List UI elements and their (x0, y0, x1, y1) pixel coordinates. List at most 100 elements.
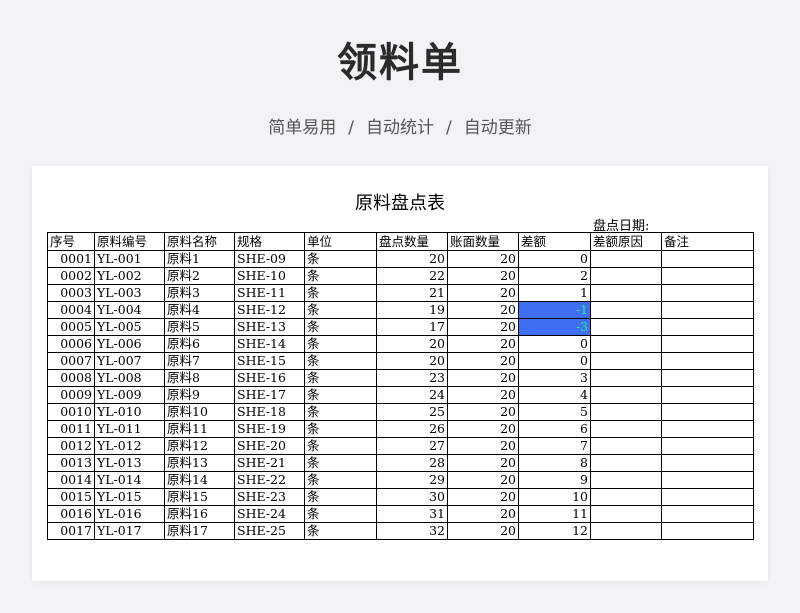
cell-spec[interactable]: SHE-17 (234, 386, 305, 404)
cell-book[interactable]: 20 (447, 420, 519, 438)
cell-note[interactable] (661, 420, 754, 438)
cell-no[interactable]: 0014 (47, 471, 95, 489)
cell-diff[interactable]: 0 (518, 335, 591, 353)
cell-code[interactable]: YL-013 (94, 454, 165, 472)
cell-unit[interactable]: 条 (304, 386, 377, 404)
cell-code[interactable]: YL-005 (94, 318, 165, 336)
cell-name[interactable]: 原料12 (164, 437, 235, 455)
cell-code[interactable]: YL-008 (94, 369, 165, 387)
cell-name[interactable]: 原料1 (164, 250, 235, 268)
cell-diff[interactable]: 9 (518, 471, 591, 489)
cell-code[interactable]: YL-015 (94, 488, 165, 506)
cell-code[interactable]: YL-012 (94, 437, 165, 455)
cell-reason[interactable] (590, 386, 662, 404)
cell-spec[interactable]: SHE-24 (234, 505, 305, 523)
cell-count[interactable]: 17 (376, 318, 448, 336)
cell-no[interactable]: 0001 (47, 250, 95, 268)
cell-unit[interactable]: 条 (304, 284, 377, 302)
cell-book[interactable]: 20 (447, 403, 519, 421)
cell-no[interactable]: 0013 (47, 454, 95, 472)
cell-diff[interactable]: 5 (518, 403, 591, 421)
cell-book[interactable]: 20 (447, 318, 519, 336)
cell-count[interactable]: 28 (376, 454, 448, 472)
cell-spec[interactable]: SHE-10 (234, 267, 305, 285)
cell-unit[interactable]: 条 (304, 301, 377, 319)
cell-diff[interactable]: 10 (518, 488, 591, 506)
cell-no[interactable]: 0011 (47, 420, 95, 438)
cell-unit[interactable]: 条 (304, 471, 377, 489)
cell-note[interactable] (661, 284, 754, 302)
cell-note[interactable] (661, 267, 754, 285)
cell-count[interactable]: 29 (376, 471, 448, 489)
cell-note[interactable] (661, 488, 754, 506)
cell-name[interactable]: 原料14 (164, 471, 235, 489)
cell-reason[interactable] (590, 505, 662, 523)
cell-note[interactable] (661, 454, 754, 472)
cell-name[interactable]: 原料13 (164, 454, 235, 472)
cell-spec[interactable]: SHE-21 (234, 454, 305, 472)
cell-code[interactable]: YL-007 (94, 352, 165, 370)
cell-note[interactable] (661, 369, 754, 387)
cell-name[interactable]: 原料2 (164, 267, 235, 285)
cell-diff[interactable]: 2 (518, 267, 591, 285)
cell-book[interactable]: 20 (447, 352, 519, 370)
col-header-diff[interactable]: 差额 (518, 232, 591, 251)
cell-book[interactable]: 20 (447, 471, 519, 489)
col-header-unit[interactable]: 单位 (304, 232, 377, 251)
cell-count[interactable]: 32 (376, 522, 448, 540)
cell-count[interactable]: 19 (376, 301, 448, 319)
cell-note[interactable] (661, 522, 754, 540)
cell-spec[interactable]: SHE-12 (234, 301, 305, 319)
cell-reason[interactable] (590, 437, 662, 455)
cell-diff[interactable]: 7 (518, 437, 591, 455)
cell-name[interactable]: 原料9 (164, 386, 235, 404)
cell-diff[interactable]: 12 (518, 522, 591, 540)
cell-code[interactable]: YL-004 (94, 301, 165, 319)
cell-code[interactable]: YL-002 (94, 267, 165, 285)
cell-diff[interactable]: -3 (518, 318, 591, 336)
cell-count[interactable]: 21 (376, 284, 448, 302)
cell-no[interactable]: 0010 (47, 403, 95, 421)
col-header-spec[interactable]: 规格 (234, 232, 305, 251)
cell-name[interactable]: 原料4 (164, 301, 235, 319)
cell-unit[interactable]: 条 (304, 267, 377, 285)
cell-reason[interactable] (590, 369, 662, 387)
cell-count[interactable]: 30 (376, 488, 448, 506)
cell-count[interactable]: 20 (376, 250, 448, 268)
cell-no[interactable]: 0016 (47, 505, 95, 523)
cell-code[interactable]: YL-001 (94, 250, 165, 268)
cell-code[interactable]: YL-010 (94, 403, 165, 421)
cell-note[interactable] (661, 403, 754, 421)
cell-reason[interactable] (590, 471, 662, 489)
cell-spec[interactable]: SHE-18 (234, 403, 305, 421)
cell-note[interactable] (661, 471, 754, 489)
col-header-no[interactable]: 序号 (47, 232, 95, 251)
cell-book[interactable]: 20 (447, 335, 519, 353)
cell-unit[interactable]: 条 (304, 352, 377, 370)
cell-book[interactable]: 20 (447, 250, 519, 268)
cell-diff[interactable]: 1 (518, 284, 591, 302)
cell-unit[interactable]: 条 (304, 454, 377, 472)
cell-count[interactable]: 27 (376, 437, 448, 455)
cell-count[interactable]: 25 (376, 403, 448, 421)
cell-note[interactable] (661, 386, 754, 404)
cell-spec[interactable]: SHE-19 (234, 420, 305, 438)
cell-code[interactable]: YL-009 (94, 386, 165, 404)
cell-code[interactable]: YL-017 (94, 522, 165, 540)
cell-no[interactable]: 0015 (47, 488, 95, 506)
cell-note[interactable] (661, 352, 754, 370)
cell-no[interactable]: 0009 (47, 386, 95, 404)
cell-count[interactable]: 22 (376, 267, 448, 285)
cell-name[interactable]: 原料15 (164, 488, 235, 506)
cell-reason[interactable] (590, 454, 662, 472)
cell-no[interactable]: 0017 (47, 522, 95, 540)
cell-reason[interactable] (590, 318, 662, 336)
cell-unit[interactable]: 条 (304, 318, 377, 336)
cell-unit[interactable]: 条 (304, 335, 377, 353)
cell-name[interactable]: 原料6 (164, 335, 235, 353)
cell-note[interactable] (661, 301, 754, 319)
cell-count[interactable]: 20 (376, 335, 448, 353)
cell-book[interactable]: 20 (447, 267, 519, 285)
cell-book[interactable]: 20 (447, 488, 519, 506)
cell-spec[interactable]: SHE-23 (234, 488, 305, 506)
